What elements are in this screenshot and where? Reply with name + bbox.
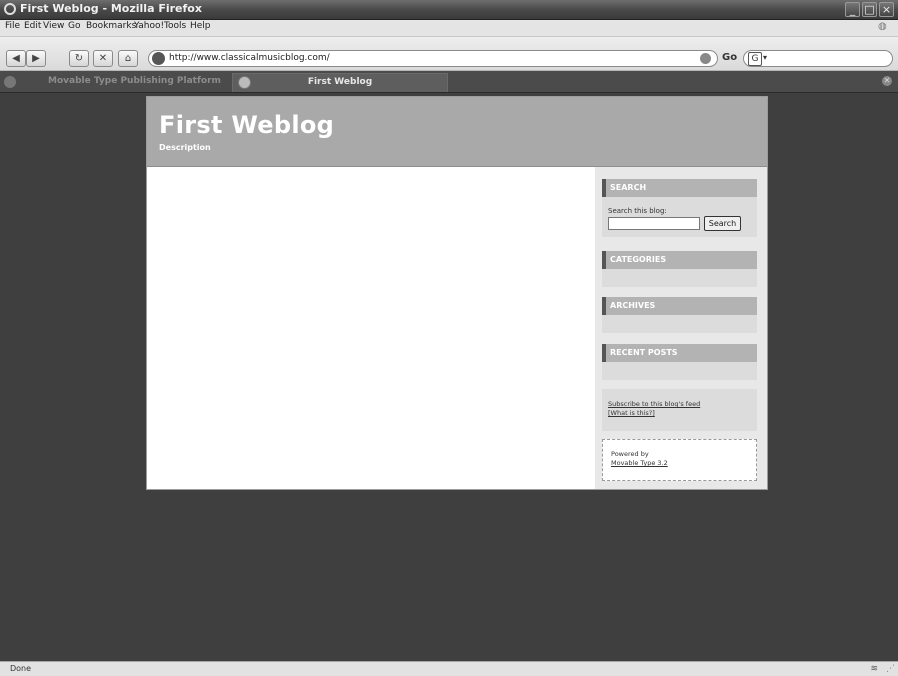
categories-box — [602, 269, 757, 287]
title-bar: First Weblog - Mozilla Firefox _ □ × — [0, 0, 898, 20]
menu-file[interactable]: File — [5, 21, 20, 31]
archives-box — [602, 315, 757, 333]
subscribe-link[interactable]: Subscribe to this blog's feed — [608, 400, 700, 408]
navigation-toolbar: ◀ ▶ ↻ ✕ ⌂ http://www.classicalmusicblog.… — [0, 37, 898, 71]
search-input[interactable] — [608, 217, 700, 230]
home-button[interactable]: ⌂ — [118, 50, 138, 67]
tab-site-icon — [238, 76, 251, 89]
tab-bar: Movable Type Publishing Platform First W… — [0, 71, 898, 93]
url-text: http://www.classicalmusicblog.com/ — [169, 53, 330, 63]
minimize-button[interactable]: _ — [845, 2, 860, 17]
throbber-icon: ◍ — [878, 21, 887, 32]
search-button[interactable]: Search — [704, 216, 741, 231]
menu-bookmarks[interactable]: Bookmarks — [86, 21, 136, 31]
tab-movable-type[interactable]: Movable Type Publishing Platform — [20, 73, 232, 92]
chevron-down-icon[interactable]: ▾ — [763, 53, 767, 62]
tab-first-weblog[interactable]: First Weblog — [232, 73, 448, 92]
blog-banner: First Weblog Description — [147, 97, 767, 167]
tab-label: First Weblog — [307, 77, 373, 87]
close-tab-icon[interactable]: ✕ — [882, 76, 892, 86]
search-label: Search this blog: — [608, 207, 667, 215]
menu-bar: File Edit View Go Bookmarks Yahoo! Tools… — [0, 20, 898, 37]
status-bar: Done ≋ ⋰ — [0, 661, 898, 676]
what-is-this-link[interactable]: [What is this?] — [608, 409, 655, 417]
recent-posts-header: RECENT POSTS — [602, 344, 757, 362]
categories-header: CATEGORIES — [602, 251, 757, 269]
archives-header: ARCHIVES — [602, 297, 757, 315]
powered-by-text: Powered by — [611, 450, 649, 458]
blog-description: Description — [159, 143, 211, 152]
blog-page: First Weblog Description SEARCH Search t… — [146, 96, 768, 490]
resize-grip-icon[interactable]: ⋰ — [886, 664, 895, 674]
maximize-button[interactable]: □ — [862, 2, 877, 17]
blog-title[interactable]: First Weblog — [159, 111, 334, 139]
recent-posts-box — [602, 362, 757, 380]
menu-help[interactable]: Help — [190, 21, 211, 31]
powered-by-box: Powered by Movable Type 3.2 — [602, 439, 757, 481]
back-button[interactable]: ◀ — [6, 50, 26, 67]
forward-button[interactable]: ▶ — [26, 50, 46, 67]
search-header: SEARCH — [602, 179, 757, 197]
rss-feed-icon[interactable]: ≋ — [870, 664, 878, 674]
firefox-icon — [4, 3, 16, 15]
stop-button[interactable]: ✕ — [93, 50, 113, 67]
search-bar[interactable]: G ▾ — [743, 50, 893, 67]
status-text: Done — [10, 664, 32, 673]
reload-button[interactable]: ↻ — [69, 50, 89, 67]
close-window-button[interactable]: × — [879, 2, 894, 17]
menu-yahoo[interactable]: Yahoo! — [134, 21, 164, 31]
menu-edit[interactable]: Edit — [24, 21, 41, 31]
site-icon — [152, 52, 165, 65]
window-title: First Weblog - Mozilla Firefox — [20, 2, 202, 15]
tab-list-icon[interactable] — [4, 76, 16, 88]
search-engine-icon[interactable]: G — [748, 52, 762, 66]
go-arrow-icon[interactable] — [700, 53, 711, 64]
address-bar[interactable]: http://www.classicalmusicblog.com/ — [148, 50, 718, 67]
sidebar: SEARCH Search this blog: Search CATEGORI… — [595, 167, 767, 489]
menu-go[interactable]: Go — [68, 21, 80, 31]
menu-tools[interactable]: Tools — [164, 21, 186, 31]
menu-view[interactable]: View — [43, 21, 64, 31]
tab-label: Movable Type Publishing Platform — [48, 76, 221, 86]
go-button[interactable]: Go — [722, 52, 737, 63]
movable-type-link[interactable]: Movable Type 3.2 — [611, 459, 668, 467]
